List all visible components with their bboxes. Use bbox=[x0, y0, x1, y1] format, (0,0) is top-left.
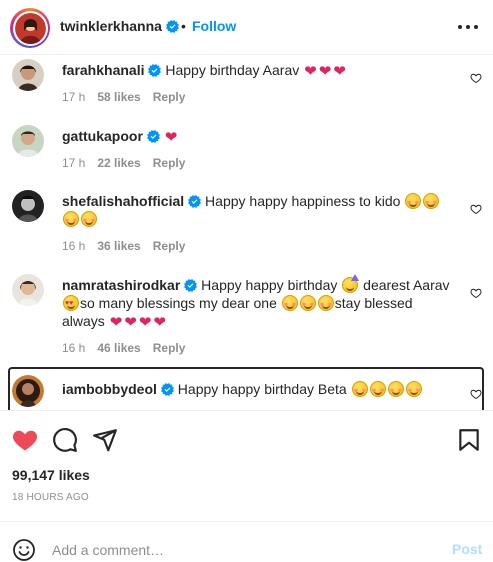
comment-body: so many blessings my dear one bbox=[80, 295, 277, 311]
smiling-face-emoji bbox=[63, 211, 79, 227]
comment-like-heart-icon[interactable] bbox=[470, 203, 482, 215]
red-heart-emoji: ❤ bbox=[153, 314, 166, 331]
comment-likes[interactable]: 36 likes bbox=[97, 239, 140, 253]
verified-badge-icon bbox=[148, 64, 162, 77]
smiling-face-emoji bbox=[351, 381, 368, 397]
smiling-face-emoji bbox=[317, 295, 334, 311]
verified-badge-icon bbox=[146, 130, 160, 143]
comments-list[interactable]: farahkhanali Happy birthday Aarav ❤ ❤ ❤ 17… bbox=[0, 55, 493, 410]
comment-text: shefalishahofficial Happy happy happines… bbox=[62, 192, 458, 228]
commenter-avatar[interactable] bbox=[12, 190, 44, 222]
partying-face-emoji bbox=[342, 274, 360, 293]
follow-button[interactable]: Follow bbox=[192, 18, 236, 34]
comment-username[interactable]: shefalishahofficial bbox=[62, 193, 184, 209]
reply-button[interactable]: Reply bbox=[153, 90, 186, 104]
reply-button[interactable]: Reply bbox=[153, 156, 186, 170]
comment-time: 16 h bbox=[62, 341, 86, 355]
red-heart-emoji: ❤ bbox=[164, 129, 178, 146]
verified-badge-icon bbox=[188, 195, 202, 208]
comment-body: dearest Aarav bbox=[363, 277, 450, 293]
smiling-face-emoji bbox=[281, 295, 298, 311]
post-timestamp: 18 HOURS AGO bbox=[12, 492, 89, 503]
smiling-face-emoji bbox=[387, 381, 404, 397]
bookmark-icon[interactable] bbox=[456, 427, 482, 453]
comment-text: iambobbydeol Happy happy birthday Beta bbox=[62, 380, 458, 398]
comment-like-heart-icon[interactable] bbox=[470, 287, 482, 299]
add-comment-input[interactable] bbox=[52, 538, 432, 562]
comment-meta: 16 h 46 likes Reply bbox=[62, 341, 185, 355]
commenter-avatar[interactable] bbox=[12, 59, 44, 91]
smiling-face-emoji bbox=[299, 295, 316, 311]
emoji-icon[interactable] bbox=[12, 538, 36, 562]
add-comment-row: Post bbox=[0, 521, 493, 562]
comment-body: always bbox=[62, 313, 105, 329]
comment-text: namratashirodkar Happy happy birthday de… bbox=[62, 274, 458, 332]
red-heart-emoji: ❤ bbox=[318, 63, 332, 80]
share-icon[interactable] bbox=[92, 427, 118, 453]
post-likes-count[interactable]: 99,147 likes bbox=[12, 467, 90, 483]
heart-eyes-emoji bbox=[63, 295, 79, 313]
post-comment-button[interactable]: Post bbox=[452, 541, 482, 557]
verified-badge-icon bbox=[160, 383, 174, 396]
more-options-icon[interactable] bbox=[458, 20, 478, 34]
verified-badge-icon bbox=[165, 20, 179, 33]
comment-body: Happy happy birthday bbox=[201, 277, 338, 293]
comment-text: farahkhanali Happy birthday Aarav ❤ ❤ ❤ bbox=[62, 61, 458, 81]
red-heart-emoji: ❤ bbox=[333, 63, 346, 80]
profile-avatar[interactable] bbox=[10, 8, 50, 48]
commenter-avatar[interactable] bbox=[12, 375, 44, 407]
post-header: twinklerkhanna • Follow bbox=[0, 0, 493, 55]
post-actions-bar bbox=[0, 410, 493, 465]
smiling-face-emoji bbox=[369, 381, 386, 397]
comment-body: Happy birthday Aarav bbox=[165, 62, 300, 78]
comment-body: Happy happy birthday Beta bbox=[177, 381, 347, 397]
smiling-face-emoji bbox=[405, 193, 422, 209]
reply-button[interactable]: Reply bbox=[153, 341, 186, 355]
red-heart-emoji: ❤ bbox=[109, 314, 123, 331]
comment-likes[interactable]: 58 likes bbox=[97, 90, 140, 104]
comment-icon[interactable] bbox=[52, 427, 78, 453]
comment-meta: 17 h 58 likes Reply bbox=[62, 90, 185, 104]
smiling-face-emoji bbox=[81, 211, 97, 227]
smiling-face-emoji bbox=[423, 193, 440, 209]
commenter-avatar[interactable] bbox=[12, 125, 44, 157]
comment-likes[interactable]: 46 likes bbox=[97, 341, 140, 355]
comment-body: Happy happy happiness to kido bbox=[205, 193, 401, 209]
comment-time: 16 h bbox=[62, 239, 86, 253]
reply-button[interactable]: Reply bbox=[153, 239, 186, 253]
avatar-image bbox=[14, 12, 46, 44]
comment-time: 17 h bbox=[62, 90, 86, 104]
red-heart-emoji: ❤ bbox=[138, 314, 152, 331]
comment-body: stay blessed bbox=[334, 295, 413, 311]
heart-icon[interactable] bbox=[12, 427, 38, 453]
comment-meta: 16 h 36 likes Reply bbox=[62, 239, 185, 253]
header-username[interactable]: twinklerkhanna bbox=[60, 18, 179, 34]
commenter-avatar[interactable] bbox=[12, 274, 44, 306]
comment-likes[interactable]: 22 likes bbox=[97, 156, 140, 170]
comment-time: 17 h bbox=[62, 156, 86, 170]
comment-username[interactable]: farahkhanali bbox=[62, 62, 144, 78]
smiling-face-emoji bbox=[405, 381, 422, 397]
comment-text: gattukapoor ❤ bbox=[62, 127, 458, 147]
comment-meta: 17 h 22 likes Reply bbox=[62, 156, 185, 170]
verified-badge-icon bbox=[184, 279, 198, 292]
comment-username[interactable]: namratashirodkar bbox=[62, 277, 180, 293]
header-separator: • bbox=[181, 18, 186, 34]
comment-like-heart-icon[interactable] bbox=[470, 388, 482, 400]
comment-like-heart-icon[interactable] bbox=[470, 72, 482, 84]
red-heart-emoji: ❤ bbox=[124, 314, 137, 331]
red-heart-emoji: ❤ bbox=[304, 63, 317, 80]
comment-username[interactable]: gattukapoor bbox=[62, 128, 143, 144]
comment-username[interactable]: iambobbydeol bbox=[62, 381, 157, 397]
